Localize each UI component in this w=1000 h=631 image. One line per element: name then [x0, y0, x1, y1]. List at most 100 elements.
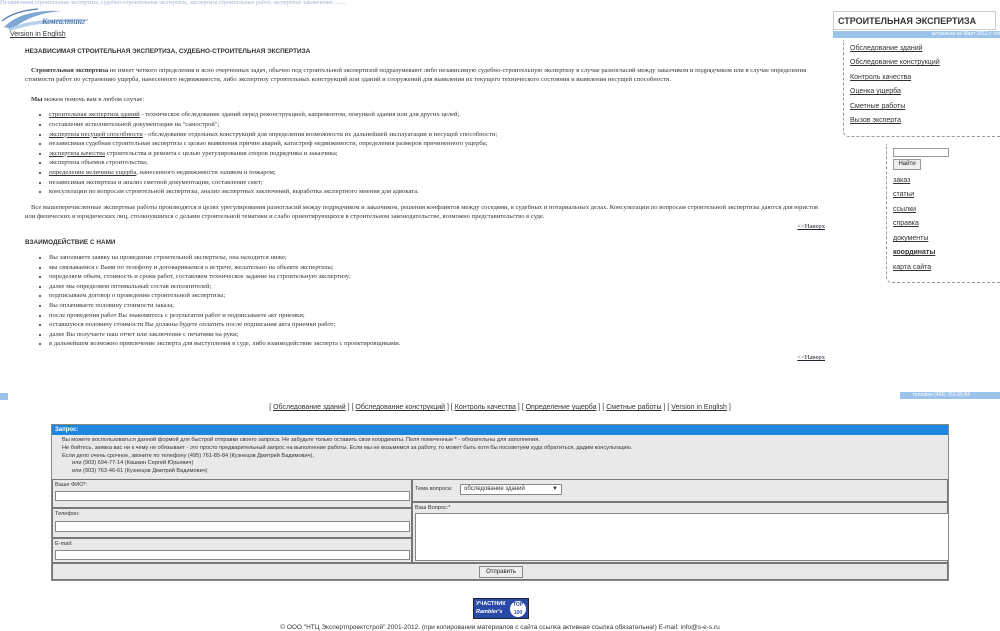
sidebar-link-sitemap[interactable]: карта сайта: [893, 264, 931, 271]
list-item: консультации по вопросам строительной эк…: [49, 187, 825, 197]
question-label: Ваш Вопрос:*: [415, 505, 451, 511]
badge-line3: TOP 100: [510, 601, 526, 617]
search-button[interactable]: Найти: [893, 159, 921, 170]
question-cell: Ваш Вопрос:*: [412, 502, 949, 563]
footer-link-english[interactable]: Version in English: [671, 404, 727, 411]
badge-line2: Rambler's: [476, 609, 503, 615]
sidebar-nav: Обследование зданий Обследование констру…: [843, 40, 1000, 137]
topic-label: Тема вопроса:: [415, 486, 453, 492]
service-link[interactable]: строительная экспертиза зданий: [49, 111, 140, 118]
topic-select[interactable]: обследование зданий ▼: [460, 484, 562, 495]
name-field[interactable]: [55, 491, 410, 501]
info-line: Если дело очень срочное, звоните по теле…: [62, 452, 314, 459]
left-accent-bar: [0, 393, 8, 400]
services-list: строительная экспертиза зданий - техниче…: [25, 110, 825, 196]
main-content: НЕЗАВИСИМАЯ СТРОИТЕЛЬНАЯ ЭКСПЕРТИЗА, СУД…: [25, 47, 825, 363]
name-label: Ваше ФИО*:: [55, 482, 88, 488]
dropdown-arrow-icon: ▼: [552, 486, 558, 492]
sidebar-item-quality[interactable]: Контроль качества: [850, 74, 911, 81]
list-item: независимая экспертиза и анализ сметной …: [49, 178, 825, 188]
sidebar-link-order[interactable]: заказ: [893, 177, 910, 184]
list-item: далее мы определяем оптимальный состав и…: [49, 282, 825, 292]
list-item: в дальнейшем возможно привлечение экспер…: [49, 339, 825, 349]
list-item: экспертиза объемов строительства;: [49, 158, 825, 168]
email-label: E-mail:: [55, 541, 73, 547]
service-text: экспертиза объемов строительства;: [49, 159, 148, 167]
service-link[interactable]: экспертиза качества: [49, 150, 105, 157]
list-item: Вы заполняете заявку на проведение строи…: [49, 253, 825, 263]
sidebar-item-expert[interactable]: Вызов эксперта: [850, 117, 901, 124]
version-english-link[interactable]: Version in English: [10, 31, 66, 38]
help-bold: Мы: [31, 95, 43, 103]
service-text: составление исполнительной документации …: [49, 120, 220, 128]
service-link[interactable]: определение величины ущерба: [49, 169, 136, 176]
phone-bar: телефон (495) 761-85-84: [900, 392, 1000, 399]
service-text: строительства и ремонта с целью урегулир…: [105, 149, 338, 157]
phone-field[interactable]: [55, 521, 410, 532]
service-text: - техническое обследование зданий перед …: [139, 111, 460, 119]
sidebar-link-articles[interactable]: статьи: [893, 191, 914, 198]
list-item: независимая судебная строительная экспер…: [49, 139, 825, 149]
phone-label: Телефон:: [55, 511, 80, 517]
page-heading: НЕЗАВИСИМАЯ СТРОИТЕЛЬНАЯ ЭКСПЕРТИЗА, СУД…: [25, 48, 311, 55]
info-line: Не бойтесь, заявка вас ни к чему не обяз…: [62, 444, 633, 451]
list-item: далее Вы получаете наш отчет или заключе…: [49, 330, 825, 340]
question-textarea[interactable]: [415, 513, 949, 561]
list-item: строительная экспертиза зданий - техниче…: [49, 110, 825, 120]
email-field[interactable]: [55, 550, 410, 560]
footer-link-damage[interactable]: Определение ущерба: [526, 404, 597, 411]
service-text: независимая экспертиза и анализ сметной …: [49, 178, 263, 186]
sidebar-item-structures[interactable]: Обследование конструкций: [850, 59, 940, 66]
service-text: консультации по вопросам строительной эк…: [49, 188, 419, 196]
service-text: , нанесенного недвижимости заливом и пож…: [136, 168, 276, 176]
request-form: Запрос: Вы можете воспользоваться данной…: [51, 424, 949, 581]
phone-cell: Телефон:: [52, 508, 412, 538]
sidebar-item-damage[interactable]: Оценка ущерба: [850, 88, 901, 95]
list-item: экспертиза несущей способности - обследо…: [49, 130, 825, 140]
sidebar-search-block: Найти заказ статьи ссылки справка докуме…: [886, 144, 1000, 283]
copyright: © ООО "НТЦ Экспертпроектстрой" 2001-2012…: [280, 624, 720, 631]
name-cell: Ваше ФИО*:: [52, 479, 412, 508]
list-item: определяем объем, стоимость и сроки рабо…: [49, 272, 825, 282]
footer-nav: [ Обследование зданий ] [ Обследование к…: [269, 404, 731, 411]
intro-bold: Строительная экспертиза: [31, 66, 109, 74]
sidebar-link-contacts[interactable]: координаты: [893, 249, 935, 256]
logo-text: Консалтинг: [42, 17, 86, 26]
list-item: Вы оплачиваете половину стоимости заказа…: [49, 301, 825, 311]
footer-link-buildings[interactable]: Обследование зданий: [273, 404, 346, 411]
intro-paragraph: Строительная экспертиза не имеет четкого…: [25, 66, 825, 85]
top-tagline: Независимая строительная экспертиза, суд…: [0, 0, 347, 6]
sidebar-title: СТРОИТЕЛЬНАЯ ЭКСПЕРТИЗА: [833, 11, 996, 30]
sidebar-link-documents[interactable]: документы: [893, 235, 928, 242]
back-to-top-link[interactable]: <<Наверх: [25, 353, 825, 363]
sidebar-link-help[interactable]: справка: [893, 220, 919, 227]
section-heading: ВЗАИМОДЕЙСТВИЕ С НАМИ: [25, 238, 116, 246]
company-logo[interactable]: Консалтинг: [2, 7, 90, 31]
list-item: подписываем договор о проведении строите…: [49, 291, 825, 301]
list-item: после проведения работ Вы знакомитесь с …: [49, 311, 825, 321]
sidebar-link-links[interactable]: ссылки: [893, 206, 916, 213]
list-item: экспертиза качества строительства и ремо…: [49, 149, 825, 159]
rambler-top100-badge[interactable]: УЧАСТНИК Rambler's TOP 100: [473, 598, 529, 619]
sidebar-date-bar: актуально на Март 2012 г. ext: [833, 31, 1000, 38]
list-item: оставшуюся половину стоимости Вы должны …: [49, 320, 825, 330]
footer-link-estimates[interactable]: Сметные работы: [606, 404, 661, 411]
help-text: можем помочь вам в любом случае:: [42, 95, 145, 103]
intro-text: не имеет четкого определения и ясно очер…: [25, 66, 807, 84]
info-line: или (903) 763-46-61 (Кузнецов Дмитрий Ва…: [72, 468, 208, 475]
back-to-top-link[interactable]: <<Наверх: [25, 222, 825, 232]
help-line: Мы можем помочь вам в любом случае:: [25, 95, 825, 105]
service-text: независимая судебная строительная экспер…: [49, 140, 488, 148]
service-link[interactable]: экспертиза несущей способности: [49, 131, 143, 138]
steps-list: Вы заполняете заявку на проведение строи…: [25, 253, 825, 349]
list-item: составление исполнительной документации …: [49, 120, 825, 130]
sidebar-item-estimates[interactable]: Сметные работы: [850, 103, 905, 110]
submit-button[interactable]: Отправить: [479, 566, 523, 578]
sidebar-item-buildings[interactable]: Обследование зданий: [850, 45, 923, 52]
footer-link-structures[interactable]: Обследование конструкций: [355, 404, 445, 411]
topic-cell: Тема вопроса: обследование зданий ▼: [412, 479, 948, 502]
footer-link-quality[interactable]: Контроль качества: [455, 404, 516, 411]
search-input[interactable]: [893, 148, 949, 157]
info-line: Вы можете воспользоваться данной формой …: [62, 437, 540, 443]
list-item: мы связываемся с Вами по телефону и дого…: [49, 263, 825, 273]
